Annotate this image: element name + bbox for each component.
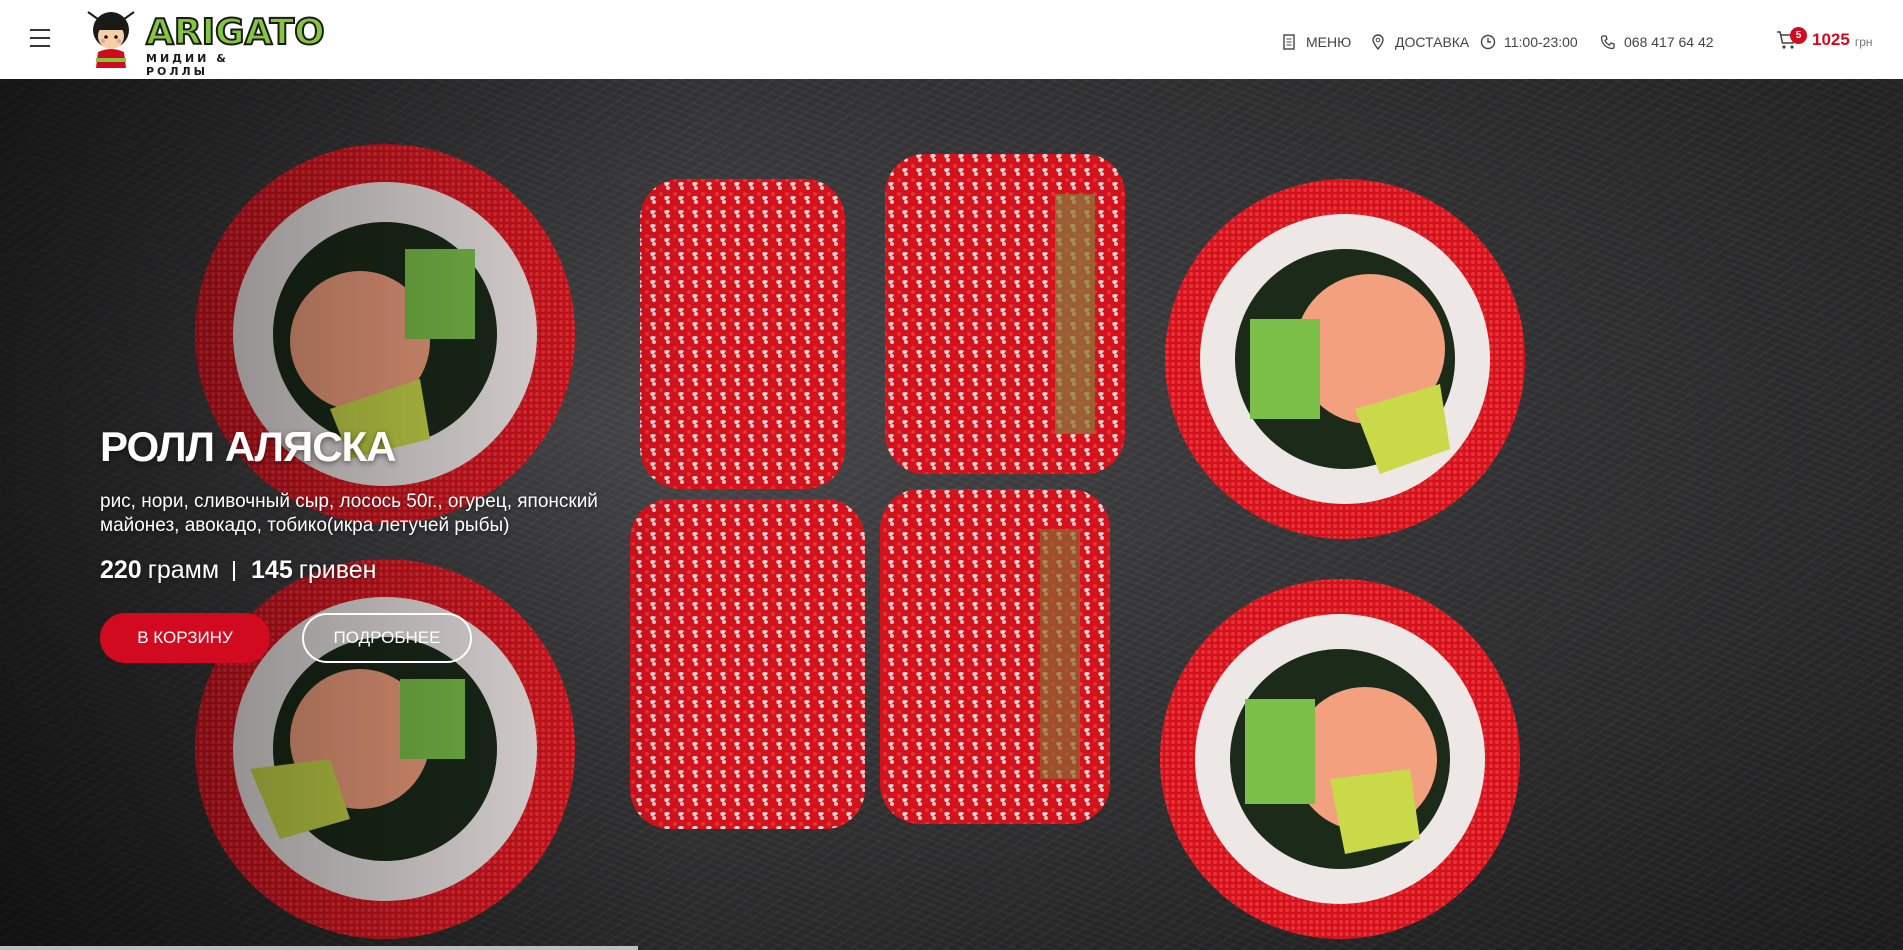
hero-content: РОЛЛ АЛЯСКА рис, нори, сливочный сыр, ло… bbox=[100, 424, 620, 663]
cart-button[interactable]: 5 1025 грн bbox=[1776, 27, 1873, 50]
hero-slider: РОЛЛ АЛЯСКА рис, нори, сливочный сыр, ло… bbox=[0, 79, 1903, 950]
cart-total: 1025 bbox=[1812, 30, 1850, 49]
roll-side-piece-4 bbox=[880, 489, 1110, 824]
nav-delivery-label: ДОСТАВКА bbox=[1395, 34, 1470, 50]
nav-phone-label: 068 417 64 42 bbox=[1624, 34, 1714, 50]
nav-phone-link[interactable]: 068 417 64 42 bbox=[1600, 34, 1714, 50]
phone-icon bbox=[1600, 34, 1616, 50]
price-value: 145 bbox=[251, 556, 293, 584]
nav-menu-link[interactable]: МЕНЮ bbox=[1282, 34, 1351, 50]
logo-name: ARIGATO bbox=[145, 12, 326, 53]
meta-divider bbox=[233, 560, 236, 581]
map-pin-icon bbox=[1371, 34, 1387, 50]
site-header: ARIGATO МИДИИ & РОЛЛЫ МЕНЮ ДОСТАВКА 11:0… bbox=[0, 0, 1903, 79]
nav-delivery-link[interactable]: ДОСТАВКА bbox=[1371, 34, 1469, 50]
weight-value: 220 bbox=[100, 556, 142, 584]
product-description: рис, нори, сливочный сыр, лосось 50г., о… bbox=[100, 491, 598, 536]
horizontal-scrollbar[interactable] bbox=[0, 946, 638, 950]
nav-hours: 11:00-23:00 bbox=[1480, 34, 1578, 50]
hamburger-menu-icon[interactable] bbox=[30, 29, 50, 49]
more-details-button[interactable]: ПОДРОБНЕЕ bbox=[302, 613, 472, 663]
clock-icon bbox=[1480, 34, 1496, 50]
weight-unit: грамм bbox=[147, 556, 220, 584]
add-to-cart-button[interactable]: В КОРЗИНУ bbox=[100, 613, 270, 663]
roll-slice-bottom-right bbox=[1160, 579, 1520, 939]
logo-tagline: МИДИИ & РОЛЛЫ bbox=[146, 52, 229, 78]
roll-side-piece-2 bbox=[885, 154, 1125, 474]
nav-hours-label: 11:00-23:00 bbox=[1504, 34, 1578, 50]
logo[interactable]: ARIGATO МИДИИ & РОЛЛЫ bbox=[80, 8, 326, 78]
cart-currency: грн bbox=[1854, 34, 1873, 49]
product-meta: 220 грамм 145 гривен bbox=[100, 556, 620, 585]
price-unit: гривен bbox=[298, 556, 377, 584]
menu-card-icon bbox=[1282, 34, 1298, 50]
product-title: РОЛЛ АЛЯСКА bbox=[100, 423, 397, 470]
cart-count-badge: 5 bbox=[1790, 27, 1807, 44]
roll-slice-top-right bbox=[1165, 179, 1525, 539]
geisha-mascot-icon bbox=[87, 11, 135, 68]
nav-menu-label: МЕНЮ bbox=[1306, 34, 1352, 50]
